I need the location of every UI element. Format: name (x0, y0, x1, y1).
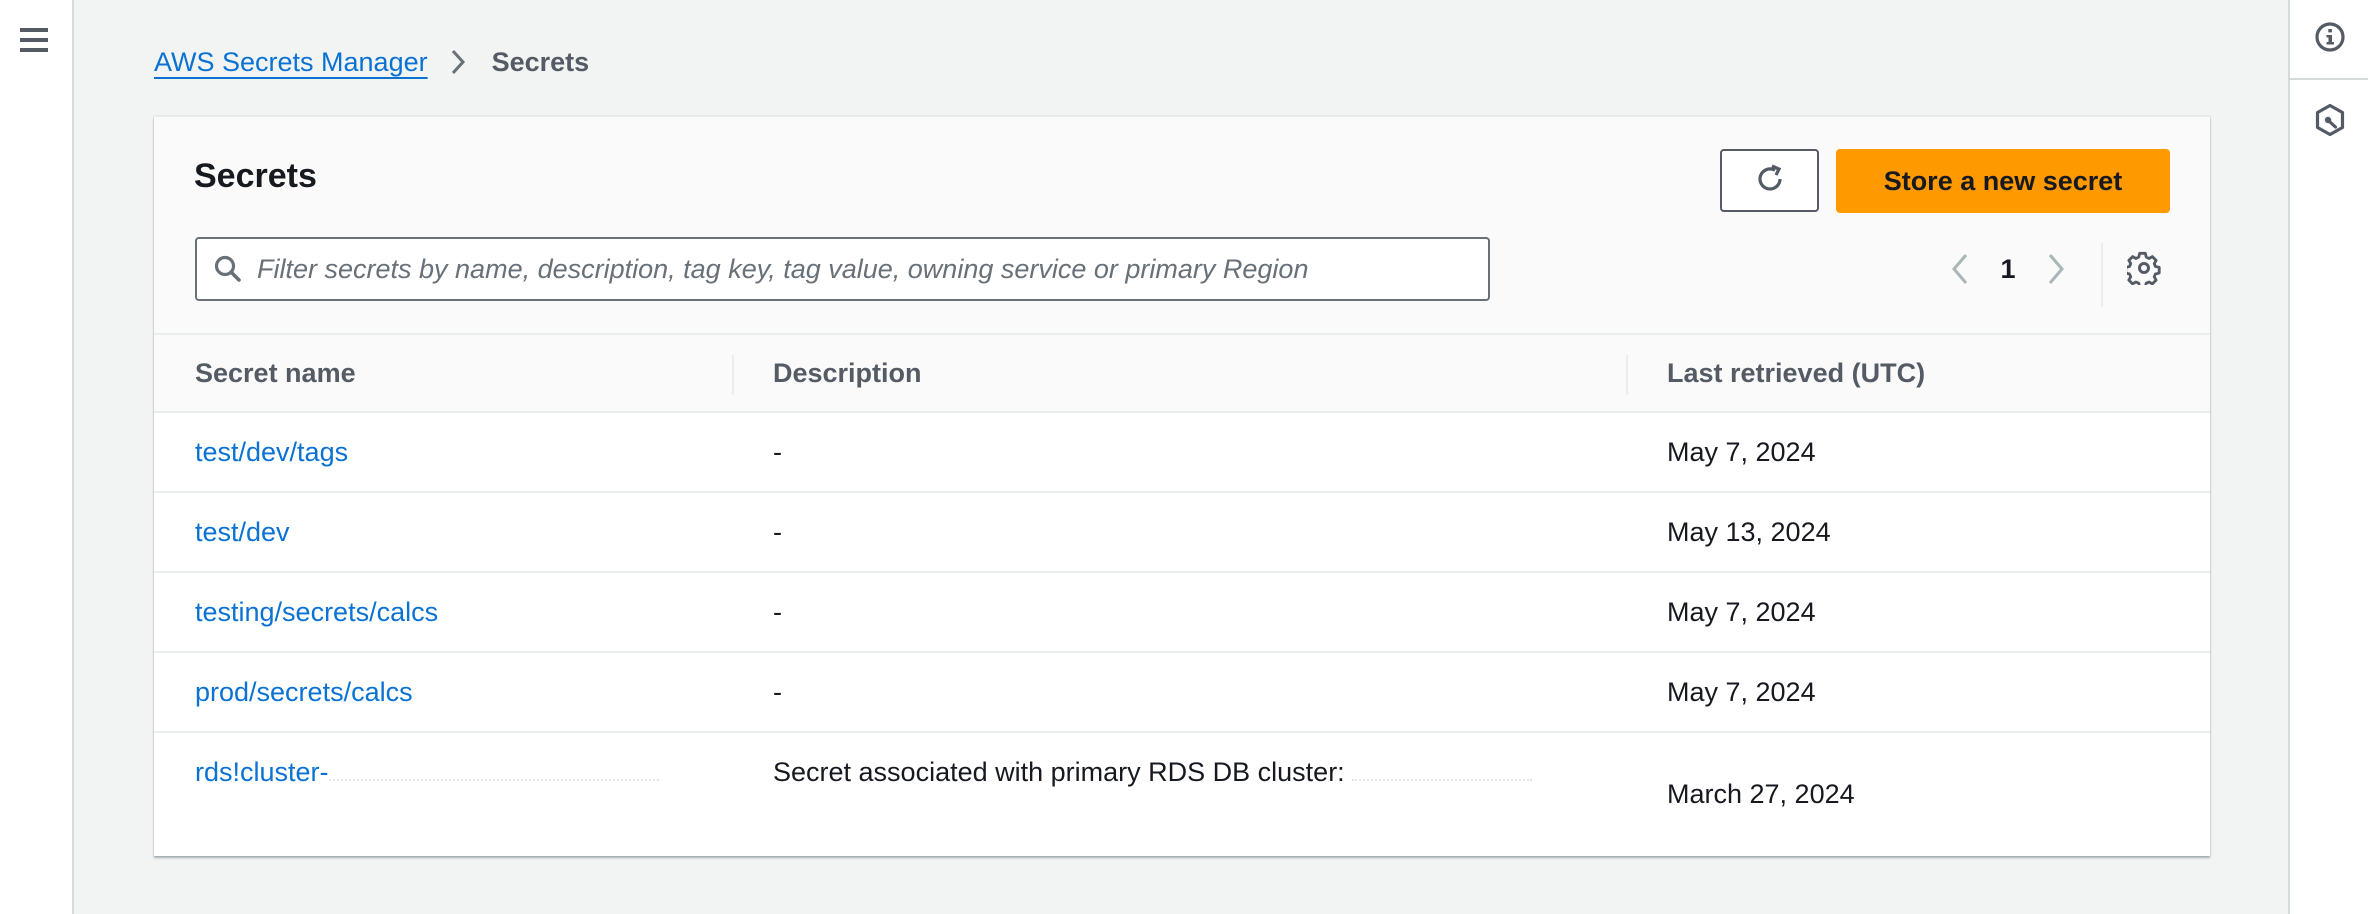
table-header-row: Secret name Description Last retrieved (… (154, 335, 2210, 413)
secret-name-cell: test/dev/tags (154, 412, 732, 493)
security-tool-button[interactable] (2290, 82, 2368, 162)
hamburger-menu-icon[interactable] (18, 24, 50, 56)
table-row: test/dev/tags - May 7, 2024 (154, 412, 2210, 493)
redacted-text (1352, 777, 1533, 781)
column-header-last-retrieved[interactable]: Last retrieved (UTC) (1626, 335, 2210, 413)
search-field (195, 237, 1490, 301)
description-cell: - (732, 572, 1626, 653)
secret-name-cell: rds!cluster- (154, 732, 732, 856)
secret-name-cell: prod/secrets/calcs (154, 652, 732, 733)
table-preferences-button[interactable] (2124, 247, 2164, 291)
gear-icon (2124, 251, 2161, 288)
hamburger-line (20, 28, 48, 32)
secret-name-link[interactable]: test/dev (195, 517, 290, 547)
last-retrieved-cell: March 27, 2024 (1667, 779, 1855, 809)
redacted-text (328, 777, 659, 781)
hamburger-line (20, 48, 48, 52)
store-new-secret-button[interactable]: Store a new secret (1836, 149, 2170, 213)
column-header-description[interactable]: Description (732, 335, 1626, 413)
description-cell: - (732, 652, 1626, 733)
column-resizer[interactable] (1626, 355, 1628, 395)
pagination-divider (2101, 243, 2103, 307)
last-retrieved-cell: May 7, 2024 (1626, 652, 2210, 733)
table-row: prod/secrets/calcs - May 7, 2024 (154, 652, 2210, 733)
breadcrumb: AWS Secrets Manager Secrets (154, 42, 589, 82)
secret-name-link[interactable]: testing/secrets/calcs (195, 597, 438, 627)
search-input[interactable] (257, 239, 1488, 299)
refresh-icon (1753, 162, 1787, 199)
secret-name-link[interactable]: rds!cluster- (195, 757, 659, 787)
secret-name-link[interactable]: test/dev/tags (195, 437, 348, 467)
search-icon (213, 254, 243, 284)
next-page-button[interactable] (2036, 247, 2076, 291)
description-cell: Secret associated with primary RDS DB cl… (732, 732, 1626, 856)
table-row: test/dev - May 13, 2024 (154, 492, 2210, 573)
refresh-button[interactable] (1720, 149, 1819, 212)
breadcrumb-root-link[interactable]: AWS Secrets Manager (154, 47, 428, 78)
last-retrieved-cell: May 7, 2024 (1626, 412, 2210, 493)
page-title: Secrets (194, 157, 317, 195)
breadcrumb-current: Secrets (491, 46, 590, 77)
secret-name-link[interactable]: prod/secrets/calcs (195, 677, 413, 707)
secret-name-cell: testing/secrets/calcs (154, 572, 732, 653)
current-page-number[interactable]: 1 (1980, 254, 2036, 285)
table-row: testing/secrets/calcs - May 7, 2024 (154, 572, 2210, 653)
secret-name-cell: test/dev (154, 492, 732, 573)
description-text: Secret associated with primary RDS DB cl… (773, 757, 1345, 787)
hexagon-key-icon (2314, 103, 2346, 141)
secret-name-text: rds!cluster- (195, 757, 329, 787)
pagination: 1 (1940, 247, 2076, 291)
hamburger-line (20, 38, 48, 42)
tools-panel (2288, 0, 2368, 914)
last-retrieved-cell: May 13, 2024 (1626, 492, 2210, 573)
description-cell: - (732, 412, 1626, 493)
info-panel-button[interactable] (2290, 0, 2368, 80)
chevron-right-icon (450, 49, 466, 75)
column-resizer[interactable] (732, 355, 734, 395)
left-nav (0, 0, 74, 914)
last-retrieved-cell: May 7, 2024 (1626, 572, 2210, 653)
secrets-table: Secret name Description Last retrieved (… (154, 335, 2210, 856)
column-header-secret-name[interactable]: Secret name (154, 335, 732, 413)
previous-page-button[interactable] (1940, 247, 1980, 291)
description-cell: - (732, 492, 1626, 573)
table-row: rds!cluster- Secret associated with prim… (154, 732, 2210, 856)
secrets-table-container: Secrets Store a new secret Filter secret… (154, 116, 2210, 856)
table-header-area: Secrets Store a new secret Filter secret… (154, 117, 2210, 335)
info-icon (2314, 21, 2346, 57)
